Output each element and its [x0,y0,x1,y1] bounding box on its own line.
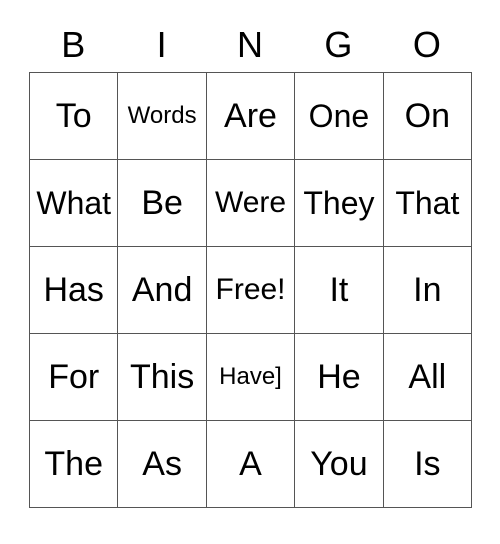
bingo-cell-free-space[interactable]: Free! [206,247,296,334]
bingo-cell-n5[interactable]: A [206,421,296,508]
bingo-row: The As A You Is [30,421,473,508]
bingo-cell-label: Is [414,445,441,483]
bingo-header-letter-o: O [412,24,441,65]
bingo-cell-g5[interactable]: You [295,421,384,508]
bingo-cell-label: Are [224,97,277,135]
bingo-cell-label: And [131,271,193,309]
bingo-cell-label: On [404,97,450,135]
bingo-cell-g1[interactable]: One [295,73,384,160]
bingo-cell-label: They [303,185,375,221]
bingo-cell-i1[interactable]: Words [118,73,207,160]
bingo-row: What Be Were They That [30,160,473,247]
bingo-cell-o5[interactable]: Is [383,421,473,508]
bingo-card: B I N G O To Words Are One On What Be We… [29,18,473,508]
bingo-cell-n1[interactable]: Are [206,73,296,160]
bingo-header-letter-b: B [61,24,86,65]
bingo-row: For This Have] He All [30,334,473,421]
bingo-cell-i5[interactable]: As [118,421,207,508]
bingo-cell-label: You [310,445,368,483]
bingo-cell-label: For [48,358,100,396]
bingo-cell-o2[interactable]: That [383,160,473,247]
bingo-row: Has And Free! It In [30,247,473,334]
bingo-cell-label: All [408,358,447,396]
bingo-cell-label: To [55,97,92,135]
bingo-cell-n2[interactable]: Were [206,160,296,247]
bingo-cell-i3[interactable]: And [118,247,207,334]
bingo-cell-b5[interactable]: The [30,421,119,508]
bingo-cell-n4[interactable]: Have] [206,334,296,421]
bingo-cell-b3[interactable]: Has [30,247,119,334]
bingo-cell-label: One [308,98,370,134]
bingo-cell-label: As [142,445,182,483]
bingo-cell-label: Has [43,271,104,309]
bingo-cell-i2[interactable]: Be [118,160,207,247]
bingo-grid: To Words Are One On What Be Were They Th… [29,72,473,508]
bingo-header-letter-n: N [237,24,264,65]
bingo-cell-label: What [36,185,112,221]
bingo-cell-b4[interactable]: For [30,334,119,421]
bingo-free-space-label: Free! [215,273,286,306]
bingo-cell-label: Be [141,184,183,222]
bingo-cell-label: Have] [219,363,282,390]
bingo-cell-label: It [329,271,349,309]
bingo-cell-b2[interactable]: What [30,160,119,247]
bingo-cell-g3[interactable]: It [295,247,384,334]
bingo-cell-label: This [129,358,195,396]
bingo-cell-i4[interactable]: This [118,334,207,421]
bingo-cell-label: The [44,445,103,483]
bingo-cell-label: Were [214,186,287,219]
bingo-cell-o1[interactable]: On [383,73,473,160]
bingo-cell-o3[interactable]: In [383,247,473,334]
bingo-header-letter-i: I [156,24,167,65]
bingo-cell-label: A [239,445,262,483]
bingo-cell-b1[interactable]: To [30,73,119,160]
bingo-cell-label: Words [127,102,197,129]
bingo-cell-g2[interactable]: They [295,160,384,247]
bingo-header-row: B I N G O [29,18,471,72]
bingo-cell-label: That [395,185,460,221]
bingo-cell-label: In [413,271,442,309]
bingo-header-letter-g: G [324,24,353,65]
bingo-cell-g4[interactable]: He [295,334,384,421]
bingo-cell-o4[interactable]: All [383,334,473,421]
bingo-cell-label: He [317,358,361,396]
bingo-row: To Words Are One On [30,73,473,160]
